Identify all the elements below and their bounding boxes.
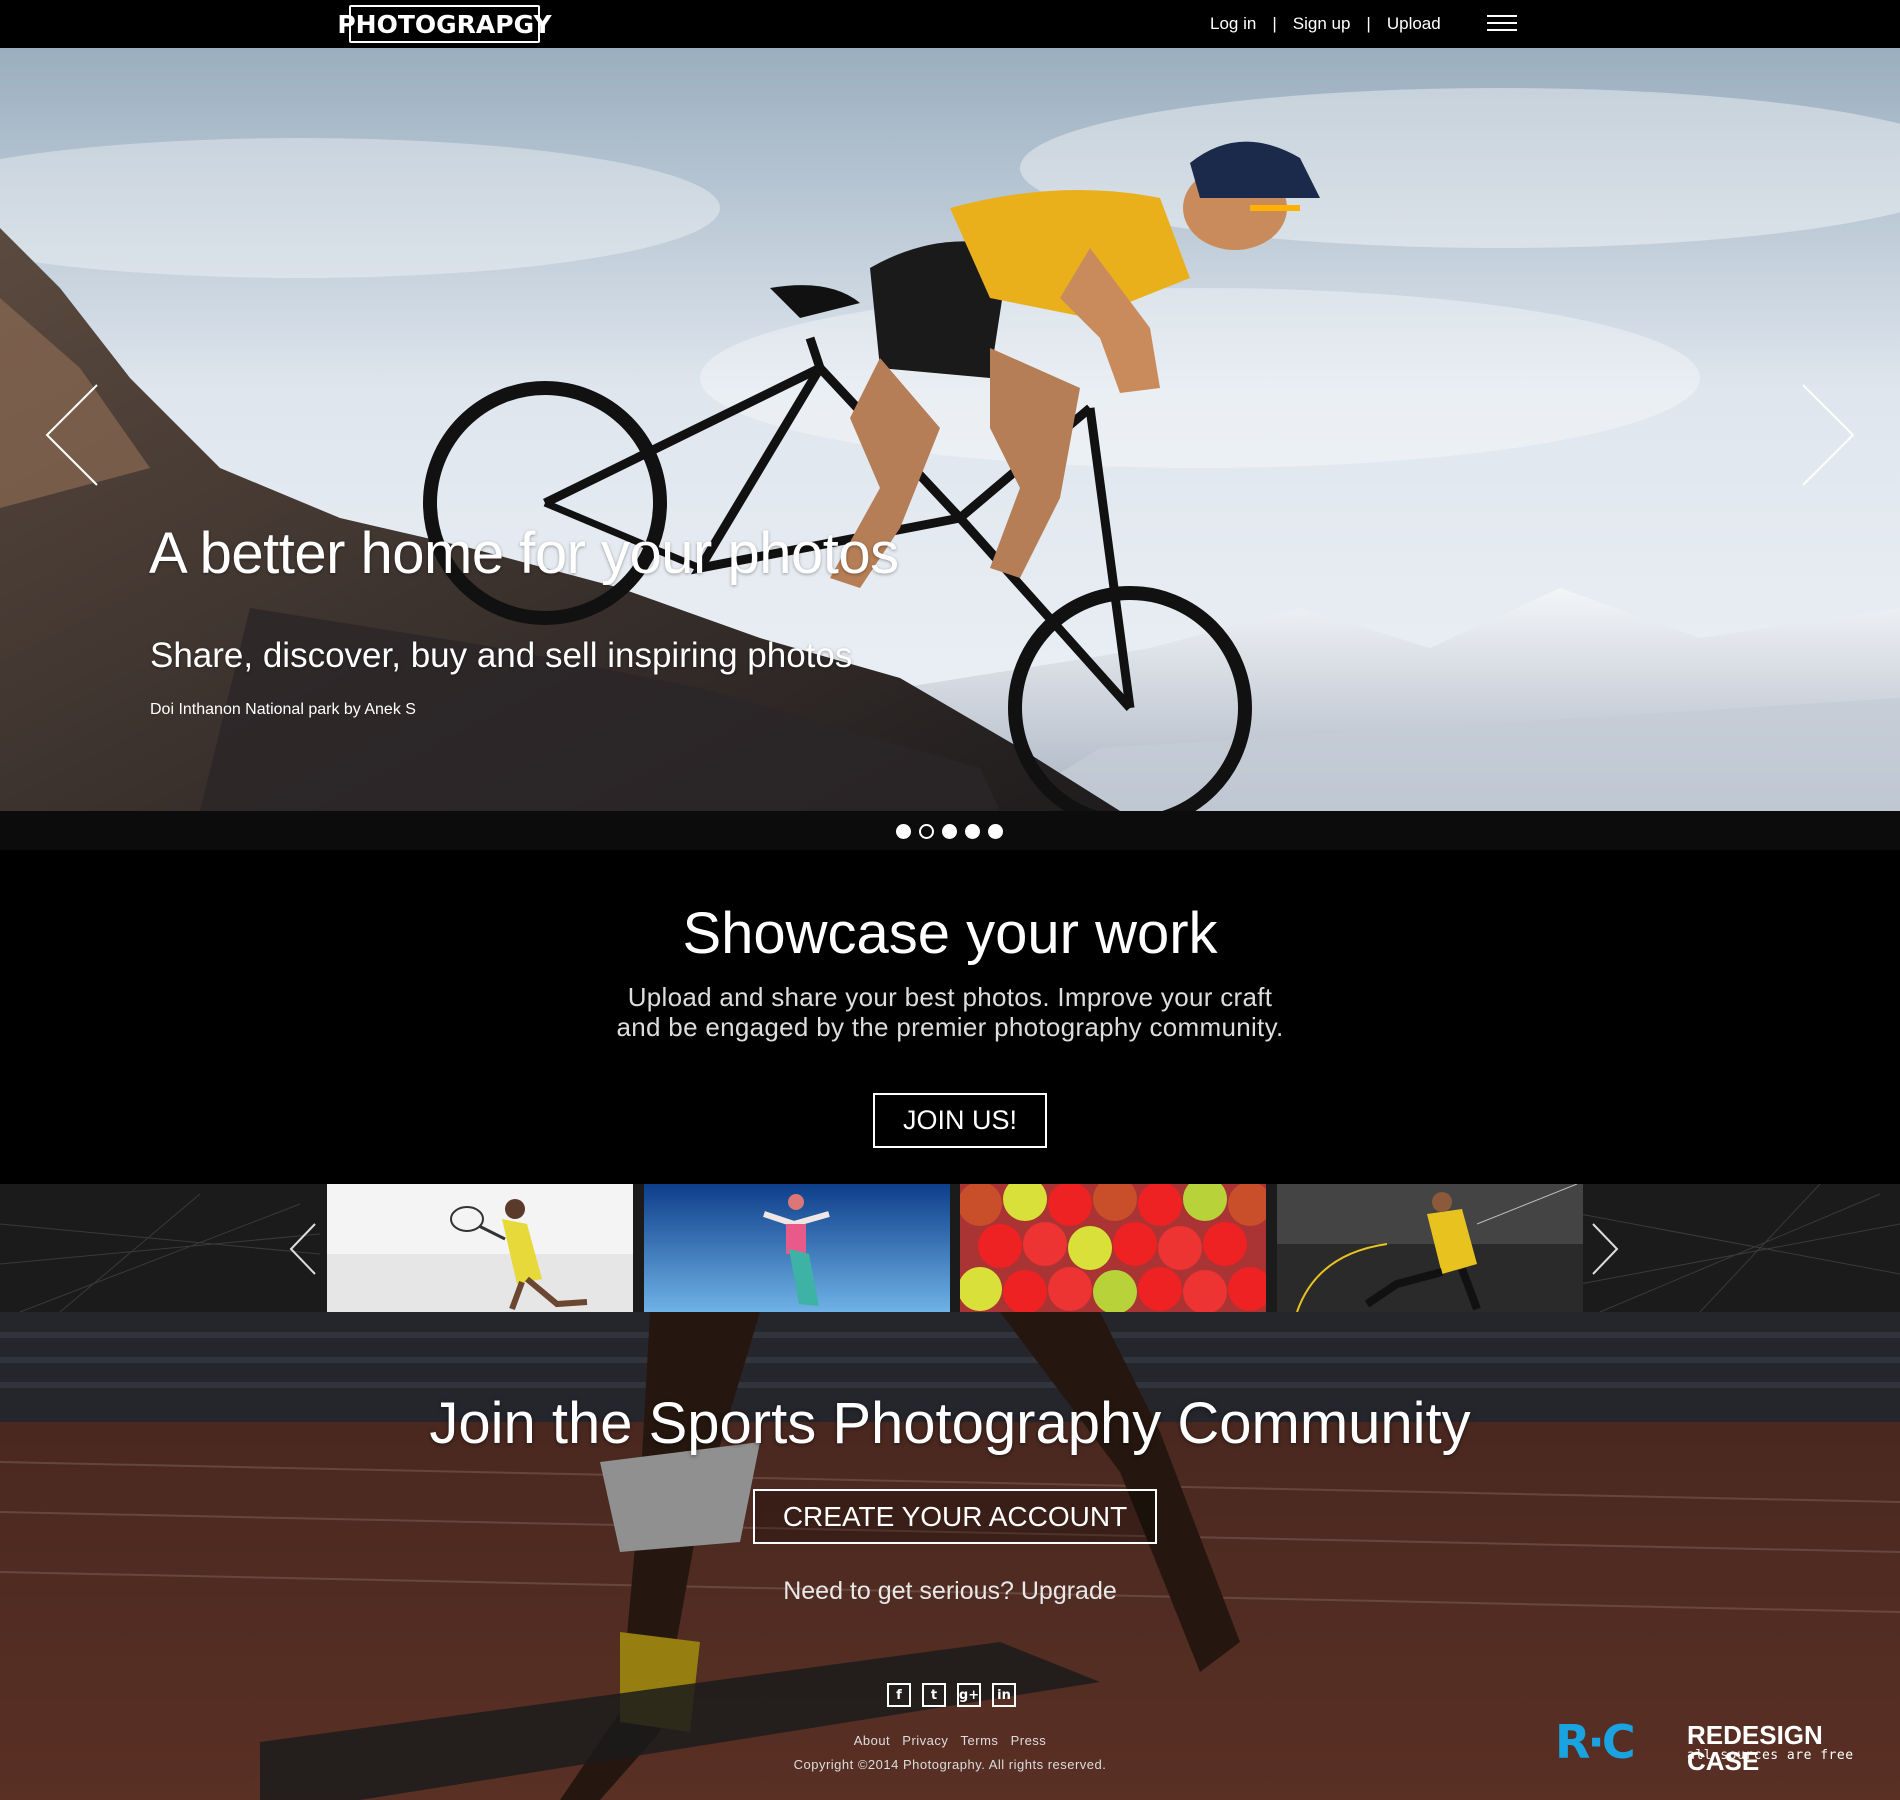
create-account-button[interactable]: CREATE YOUR ACCOUNT bbox=[753, 1489, 1157, 1544]
hero-photo-credit[interactable]: Doi Inthanon National park by Anek S bbox=[150, 701, 416, 719]
top-navigation-bar: PHOTOGRAPGY Log in | Sign up | Upload bbox=[0, 0, 1900, 48]
footer-link-press[interactable]: Press bbox=[1011, 1733, 1047, 1748]
hero-title: A better home for your photos bbox=[149, 521, 899, 586]
thumbnail-tennis[interactable] bbox=[327, 1184, 633, 1312]
chevron-left-icon[interactable] bbox=[42, 383, 102, 488]
hamburger-menu-icon[interactable] bbox=[1487, 15, 1517, 31]
slider-dot[interactable] bbox=[988, 824, 1003, 839]
footer-link-terms[interactable]: Terms bbox=[961, 1733, 999, 1748]
nav-separator: | bbox=[1272, 14, 1277, 33]
upgrade-prefix: Need to get serious? bbox=[783, 1577, 1014, 1605]
footer-link-privacy[interactable]: Privacy bbox=[902, 1733, 948, 1748]
signup-link[interactable]: Sign up bbox=[1293, 14, 1351, 34]
slider-pagination bbox=[896, 824, 1003, 839]
slider-dot-active[interactable] bbox=[919, 824, 934, 839]
hero-subtitle: Share, discover, buy and sell inspiring … bbox=[150, 636, 853, 675]
badge-tagline: all sources are free bbox=[1687, 1748, 1854, 1763]
hero-slider: A better home for your photos Share, dis… bbox=[0, 48, 1900, 811]
slider-dot[interactable] bbox=[942, 824, 957, 839]
site-logo[interactable]: PHOTOGRAPGY bbox=[337, 5, 552, 43]
slider-dot[interactable] bbox=[896, 824, 911, 839]
join-us-button[interactable]: JOIN US! bbox=[873, 1093, 1047, 1148]
showcase-description: Upload and share your best photos. Impro… bbox=[0, 982, 1900, 1042]
google-plus-icon[interactable]: g+ bbox=[957, 1683, 981, 1707]
footer-link-about[interactable]: About bbox=[854, 1733, 890, 1748]
showcase-line-2: and be engaged by the premier photograph… bbox=[616, 1012, 1284, 1042]
upload-link[interactable]: Upload bbox=[1387, 14, 1441, 34]
header-nav: Log in | Sign up | Upload bbox=[1210, 11, 1441, 37]
thumbnail-balls[interactable] bbox=[960, 1184, 1266, 1312]
chevron-left-icon[interactable] bbox=[288, 1222, 318, 1276]
hero-photo-cyclist bbox=[0, 48, 1900, 811]
cta-title: Join the Sports Photography Community bbox=[429, 1391, 1471, 1456]
chevron-right-icon[interactable] bbox=[1798, 383, 1858, 488]
linkedin-icon[interactable]: in bbox=[992, 1683, 1016, 1707]
nav-separator: | bbox=[1366, 14, 1371, 33]
upgrade-text: Need to get serious? Upgrade bbox=[0, 1577, 1900, 1606]
thumbnail-skydiver[interactable] bbox=[644, 1184, 950, 1312]
showcase-title: Showcase your work bbox=[682, 901, 1218, 966]
login-link[interactable]: Log in bbox=[1210, 14, 1256, 34]
rc-logo-icon: R·C bbox=[1555, 1715, 1636, 1769]
twitter-icon[interactable]: t bbox=[922, 1683, 946, 1707]
thumbnail-soccer[interactable] bbox=[1277, 1184, 1583, 1312]
facebook-icon[interactable]: f bbox=[887, 1683, 911, 1707]
redesign-case-badge: R·C REDESIGN CASE all sources are free bbox=[1555, 1715, 1885, 1774]
showcase-line-1: Upload and share your best photos. Impro… bbox=[627, 982, 1273, 1012]
social-links: f t g+ in bbox=[887, 1683, 1016, 1707]
upgrade-link[interactable]: Upgrade bbox=[1021, 1577, 1117, 1605]
chevron-right-icon[interactable] bbox=[1590, 1222, 1620, 1276]
slider-dot[interactable] bbox=[965, 824, 980, 839]
